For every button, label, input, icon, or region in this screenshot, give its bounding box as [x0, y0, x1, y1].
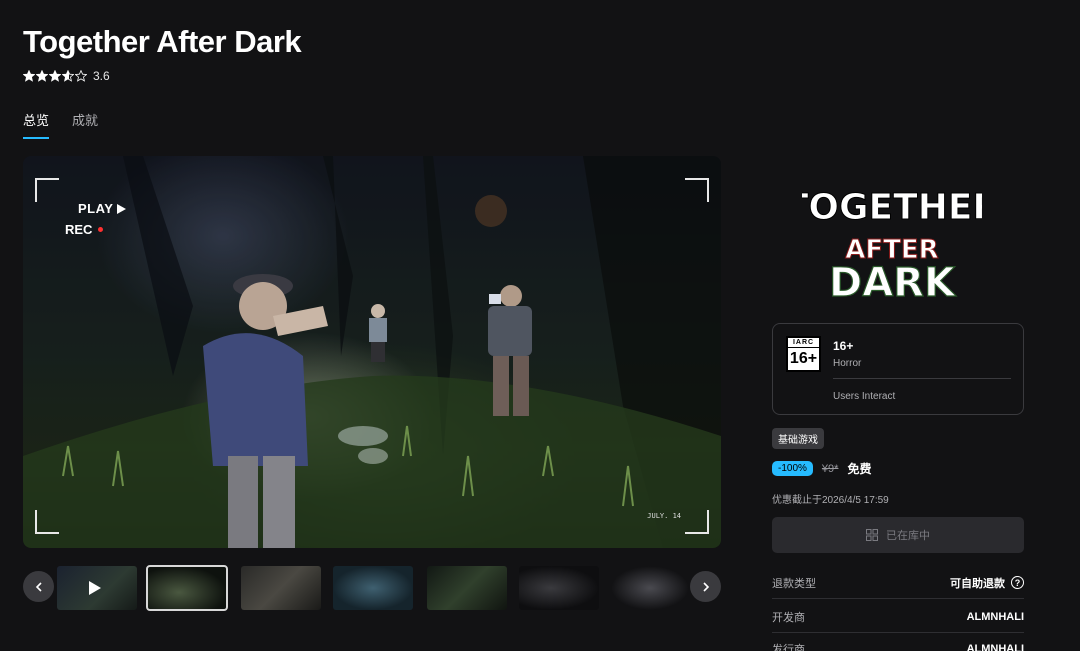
thumbnail[interactable]	[57, 566, 137, 610]
question-circle-icon[interactable]: ?	[1011, 576, 1024, 589]
camera-frame-corner	[35, 178, 59, 202]
iarc-value: 16+	[789, 350, 818, 367]
refund-type-value: 可自助退款	[950, 577, 1005, 590]
age-rating-interaction: Users Interact	[833, 391, 896, 402]
rating: 3.6	[23, 69, 110, 83]
tab-overview[interactable]: 总览	[23, 110, 50, 139]
tab-achievements[interactable]: 成就	[72, 110, 98, 139]
svg-text:DARK: DARK	[829, 260, 957, 299]
final-price: 免费	[847, 462, 872, 476]
iarc-badge: IARC 16+	[786, 336, 821, 372]
camera-frame-corner	[685, 178, 709, 202]
play-icon	[117, 203, 127, 214]
info-row-developer: 开发商 ALMNHALI	[772, 601, 1024, 633]
thumbnail[interactable]	[333, 566, 413, 610]
chevron-left-icon	[35, 581, 42, 592]
rating-value: 3.6	[93, 69, 110, 83]
overlay-rec-label: REC	[65, 222, 93, 237]
carousel-prev-button[interactable]	[23, 571, 54, 602]
tab-bar: 总览 成就	[23, 110, 98, 139]
camera-frame-corner	[685, 510, 709, 534]
media-viewer[interactable]: PLAY REC JULY. 14	[23, 156, 721, 548]
thumbnail[interactable]	[146, 565, 228, 611]
info-row-refund: 退款类型 可自助退款 ?	[772, 567, 1024, 599]
original-price: ¥9*	[821, 462, 839, 475]
record-dot-icon	[98, 227, 104, 232]
chevron-right-icon	[702, 581, 709, 592]
info-label: 退款类型	[772, 577, 816, 590]
rating-stars	[23, 70, 87, 82]
grid-icon	[866, 529, 878, 541]
game-screenshot	[23, 156, 721, 548]
in-library-label: 已在库中	[886, 530, 930, 542]
play-icon	[89, 581, 101, 595]
age-rating-label: 16+	[833, 339, 854, 353]
info-label: 开发商	[772, 611, 805, 624]
age-rating-genre: Horror	[833, 358, 862, 369]
game-title: Together After Dark	[23, 24, 302, 59]
in-library-button[interactable]: 已在库中	[772, 517, 1024, 553]
info-row-publisher: 发行商 ALMNHALI	[772, 633, 1024, 651]
overlay-play: PLAY	[78, 201, 127, 216]
camera-frame-corner	[35, 510, 59, 534]
overlay-date: JULY. 14	[647, 512, 681, 520]
svg-text:TOGETHER: TOGETHER	[802, 187, 982, 228]
star-icon	[75, 70, 87, 82]
price-row: -100% ¥9* 免费	[772, 460, 871, 477]
thumbnail[interactable]	[611, 566, 689, 610]
info-value: 可自助退款 ?	[950, 575, 1024, 591]
star-icon	[49, 70, 61, 82]
star-icon	[62, 70, 74, 82]
carousel-next-button[interactable]	[690, 571, 721, 602]
age-rating-card: IARC 16+ 16+ Horror Users Interact	[772, 323, 1024, 415]
divider	[833, 378, 1011, 379]
discount-badge: -100%	[772, 461, 813, 476]
thumbnail[interactable]	[519, 566, 599, 610]
developer-value: ALMNHALI	[966, 610, 1024, 623]
info-label: 发行商	[772, 643, 805, 651]
thumbnail[interactable]	[241, 566, 321, 610]
overlay-play-label: PLAY	[78, 201, 114, 216]
iarc-label: IARC	[788, 338, 819, 348]
publisher-value: ALMNHALI	[966, 642, 1024, 651]
sale-end-text: 优惠截止于2026/4/5 17:59	[772, 495, 889, 506]
base-game-badge: 基础游戏	[772, 428, 824, 449]
star-icon	[23, 70, 35, 82]
thumbnail[interactable]	[427, 566, 507, 610]
game-logo: TOGETHER AFTER DARK	[802, 187, 982, 300]
star-icon	[36, 70, 48, 82]
overlay-rec: REC	[65, 222, 104, 237]
thumbnail-carousel	[23, 564, 721, 611]
